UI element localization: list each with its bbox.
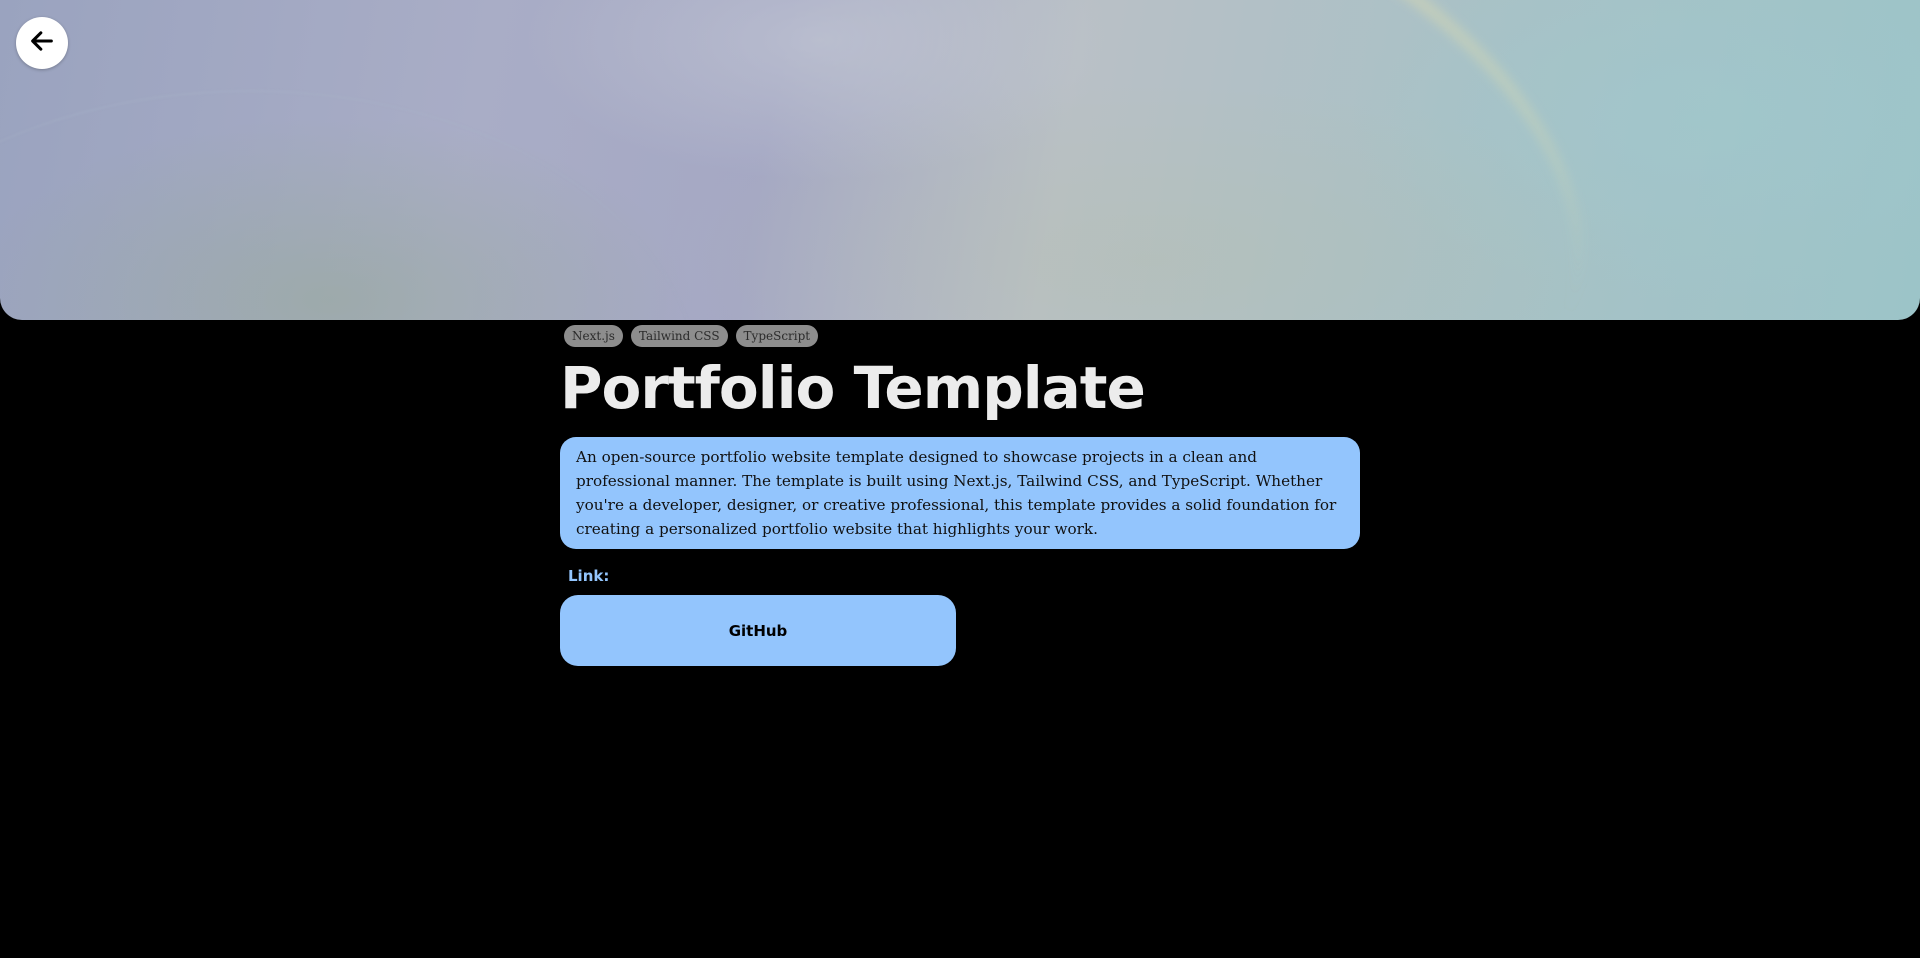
github-link-button[interactable]: GitHub [560, 595, 956, 666]
hero-light-streak [633, 0, 1667, 320]
github-link-label: GitHub [728, 621, 788, 640]
project-description: An open-source portfolio website templat… [560, 437, 1360, 549]
hero-arc-decoration [0, 90, 700, 320]
arrow-left-icon [28, 27, 56, 59]
tag-list: Next.js Tailwind CSS TypeScript [564, 325, 1360, 347]
tag-nextjs: Next.js [564, 325, 623, 347]
link-label: Link: [568, 567, 610, 585]
project-content: Next.js Tailwind CSS TypeScript Portfoli… [560, 325, 1360, 666]
back-button[interactable] [16, 17, 68, 69]
page-title: Portfolio Template [560, 354, 1146, 422]
tag-tailwind-css: Tailwind CSS [630, 325, 728, 347]
tag-typescript: TypeScript [735, 325, 819, 347]
hero-banner [0, 0, 1920, 320]
